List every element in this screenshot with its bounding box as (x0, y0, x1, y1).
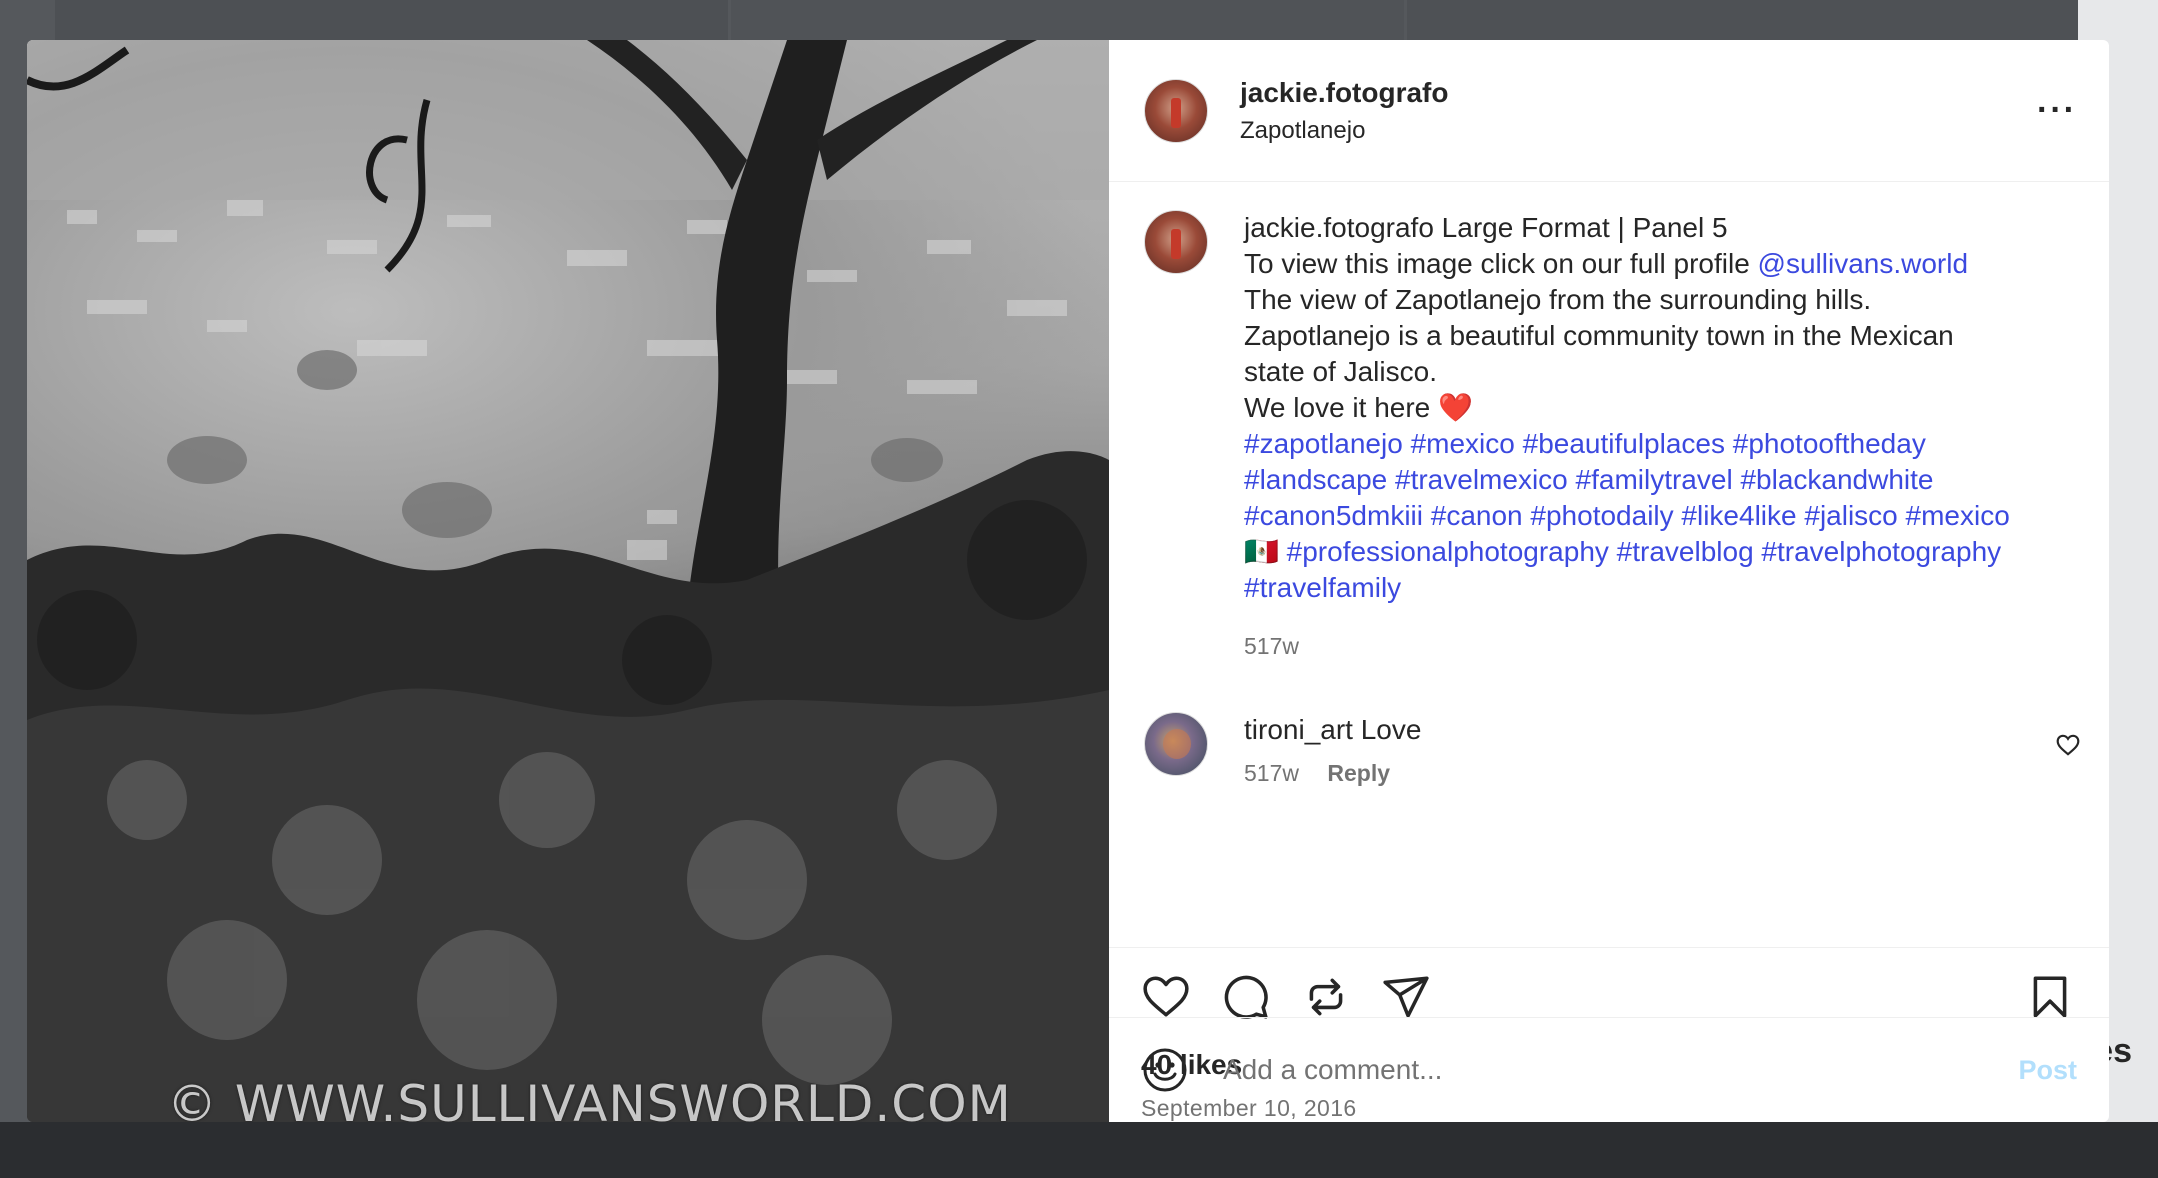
caption-line: state of Jalisco. (1244, 356, 1437, 387)
caption-line: We love it here (1244, 392, 1431, 423)
author-avatar[interactable] (1144, 78, 1208, 143)
comment-icon[interactable] (1221, 972, 1271, 1022)
like-heart-icon[interactable] (1141, 972, 1191, 1022)
background-bottom-strip (0, 1122, 2158, 1178)
post-modal: © WWW.SULLIVANSWORLD.COM jackie.fotograf… (27, 40, 2109, 1122)
caption-time[interactable]: 517w (1244, 628, 2010, 664)
mexico-flag-emoji: 🇲🇽 (1244, 536, 1279, 567)
caption-line: To view this image click on our full pro… (1244, 248, 1758, 279)
profile-mention-link[interactable]: @sullivans.world (1758, 248, 1969, 279)
comment-body: tironi_art Love 517w Reply (1244, 712, 2055, 787)
photo-watermark: © WWW.SULLIVANSWORLD.COM (167, 1075, 1012, 1122)
caption-line: The view of Zapotlanejo from the surroun… (1244, 284, 1872, 315)
caption-line: Zapotlanejo is a beautiful community tow… (1244, 320, 1954, 351)
comment-text: Love (1360, 714, 1422, 745)
save-bookmark-icon[interactable] (2025, 972, 2075, 1022)
repost-icon[interactable] (1301, 972, 1351, 1022)
hashtags-line[interactable]: #zapotlanejo #mexico #beautifulplaces #p… (1244, 426, 2010, 462)
hashtags-line[interactable]: #landscape #travelmexico #familytravel #… (1244, 462, 2010, 498)
reply-button[interactable]: Reply (1327, 760, 1390, 786)
commenter-avatar[interactable] (1144, 712, 1208, 776)
post-comment-button[interactable]: Post (2018, 1055, 2077, 1086)
caption-line: Large Format | Panel 5 (1441, 212, 1728, 243)
comment-like-heart-icon[interactable] (2055, 732, 2081, 758)
caption-author-avatar[interactable] (1144, 210, 1208, 274)
more-options-button[interactable]: ··· (2037, 91, 2077, 130)
hashtags-line[interactable]: #travelfamily (1244, 570, 2010, 606)
emoji-picker-icon[interactable] (1141, 1046, 1189, 1094)
share-send-icon[interactable] (1381, 972, 1431, 1022)
ellipsis-icon: ··· (2037, 91, 2077, 129)
caption-username[interactable]: jackie.fotografo (1244, 212, 1434, 243)
post-photo[interactable]: © WWW.SULLIVANSWORLD.COM (27, 40, 1109, 1122)
photo-scene (27, 40, 1109, 1122)
comment-time[interactable]: 517w (1244, 760, 1299, 786)
hashtags-line[interactable]: #canon5dmkiii #canon #photodaily #like4l… (1244, 498, 2010, 534)
author-username[interactable]: jackie.fotografo (1240, 77, 2037, 109)
add-comment-bar: Post (1109, 1017, 2109, 1122)
comments-section: jackie.fotografo Large Format | Panel 5 … (1109, 182, 2109, 947)
post-location[interactable]: Zapotlanejo (1240, 117, 2037, 145)
add-comment-input[interactable] (1223, 1054, 2019, 1086)
post-header: jackie.fotografo Zapotlanejo ··· (1109, 40, 2109, 182)
hashtags-line[interactable]: #professionalphotography #travelblog #tr… (1287, 536, 2002, 567)
caption: jackie.fotografo Large Format | Panel 5 … (1144, 210, 2069, 664)
author-info: jackie.fotografo Zapotlanejo (1240, 77, 2037, 145)
commenter-username[interactable]: tironi_art (1244, 714, 1353, 745)
caption-body: jackie.fotografo Large Format | Panel 5 … (1244, 210, 2010, 664)
heart-emoji: ❤️ (1438, 392, 1473, 423)
comment-item: tironi_art Love 517w Reply (1144, 712, 2080, 787)
post-side-panel: jackie.fotografo Zapotlanejo ··· jackie.… (1109, 40, 2109, 1122)
